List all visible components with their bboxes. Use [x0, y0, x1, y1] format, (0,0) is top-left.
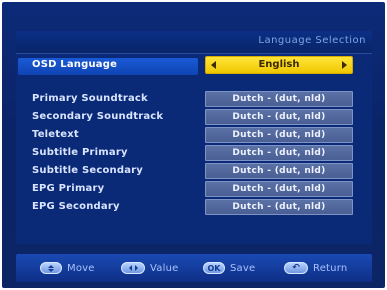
setting-row-subtitle-secondary[interactable]: Subtitle Secondary Dutch - (dut, nld) [32, 163, 362, 181]
setting-value-selector[interactable]: Dutch - (dut, nld) [205, 199, 353, 215]
setting-label: Teletext [32, 129, 79, 140]
setting-value-selector[interactable]: Dutch - (dut, nld) [205, 181, 353, 197]
setting-value: Dutch - (dut, nld) [232, 112, 326, 122]
setting-row-secondary-soundtrack[interactable]: Secondary Soundtrack Dutch - (dut, nld) [32, 109, 362, 127]
move-label: Move [67, 262, 95, 274]
setting-row-primary-soundtrack[interactable]: Primary Soundtrack Dutch - (dut, nld) [32, 91, 362, 109]
setting-row-teletext[interactable]: Teletext Dutch - (dut, nld) [32, 127, 362, 145]
setting-label: EPG Secondary [32, 201, 120, 212]
setting-label: Subtitle Secondary [32, 165, 144, 176]
setting-row-epg-primary[interactable]: EPG Primary Dutch - (dut, nld) [32, 181, 362, 199]
setting-label: EPG Primary [32, 183, 105, 194]
setting-value: Dutch - (dut, nld) [232, 184, 326, 194]
setting-value-selector[interactable]: Dutch - (dut, nld) [205, 145, 353, 161]
up-down-arrows-icon [40, 262, 62, 274]
setting-value-selector[interactable]: Dutch - (dut, nld) [205, 127, 353, 143]
left-right-arrows-icon [121, 262, 145, 274]
footer-save: OK Save [203, 261, 255, 275]
setting-value: Dutch - (dut, nld) [232, 94, 326, 104]
save-label: Save [230, 262, 256, 274]
setting-value: Dutch - (dut, nld) [232, 166, 326, 176]
arrow-right-icon[interactable] [342, 61, 347, 69]
setting-value: Dutch - (dut, nld) [232, 130, 326, 140]
osd-language-value: English [258, 59, 300, 70]
header-bar: Language Selection [16, 31, 372, 54]
setting-value: Dutch - (dut, nld) [232, 202, 326, 212]
setting-value-selector[interactable]: Dutch - (dut, nld) [205, 91, 353, 107]
setting-value: Dutch - (dut, nld) [232, 148, 326, 158]
setting-row-epg-secondary[interactable]: EPG Secondary Dutch - (dut, nld) [32, 199, 362, 217]
ok-key-icon: OK [203, 262, 225, 274]
setting-label: Primary Soundtrack [32, 93, 148, 104]
setting-value-selector[interactable]: Dutch - (dut, nld) [205, 163, 353, 179]
return-label: Return [313, 262, 348, 274]
value-label: Value [150, 262, 179, 274]
page-title: Language Selection [258, 35, 366, 46]
footer-return: ↶ Return [284, 261, 347, 275]
osd-language-selector[interactable]: English [205, 56, 353, 74]
footer-move: Move [40, 261, 95, 275]
tv-screen: Language Selection OSD Language English … [2, 2, 385, 288]
setting-value-selector[interactable]: Dutch - (dut, nld) [205, 109, 353, 125]
setting-row-subtitle-primary[interactable]: Subtitle Primary Dutch - (dut, nld) [32, 145, 362, 163]
return-icon: ↶ [284, 262, 308, 274]
osd-language-label: OSD Language [32, 59, 118, 70]
setting-label: Subtitle Primary [32, 147, 128, 158]
footer-help-bar: Move Value OK Save ↶ Return [16, 254, 372, 282]
setting-label: Secondary Soundtrack [32, 111, 164, 122]
footer-value: Value [121, 261, 178, 275]
